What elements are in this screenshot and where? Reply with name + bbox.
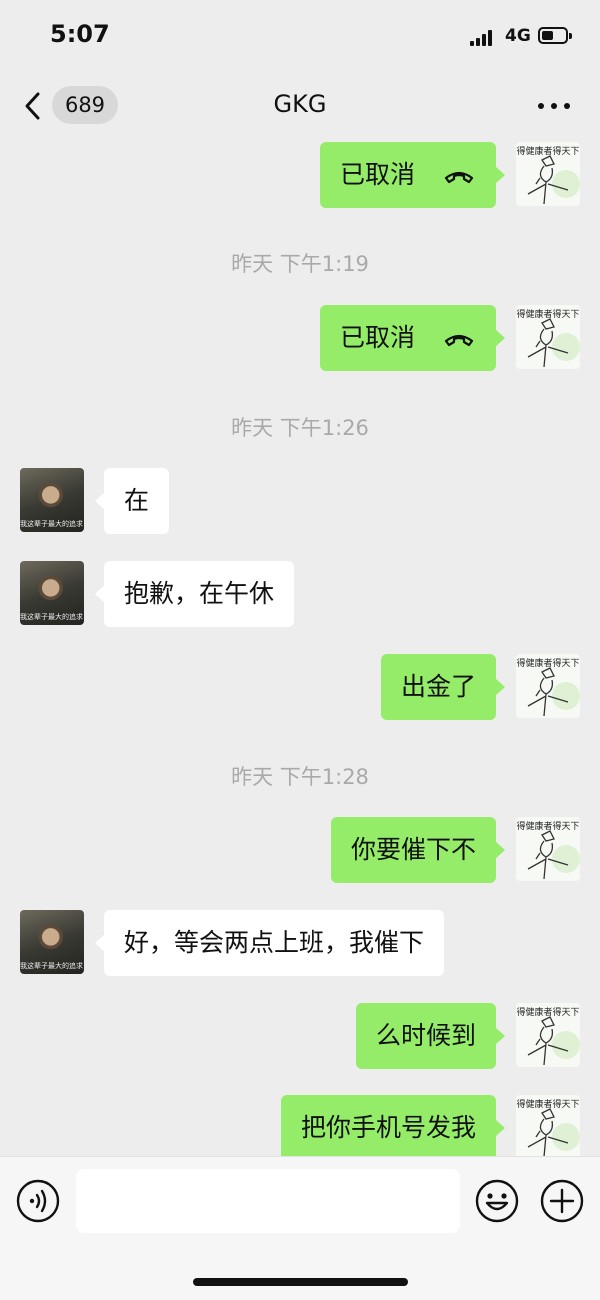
voice-input-icon[interactable] <box>16 1179 60 1223</box>
message-text: 么时候到 <box>375 1021 476 1050</box>
status-bar: 5:07 4G <box>0 0 600 70</box>
outgoing-message-bubble[interactable]: 把你手机号发我 <box>280 1095 506 1156</box>
message-text: 你要催下不 <box>350 835 476 864</box>
signal-strength-icon <box>470 30 496 46</box>
message-text: 抱歉，在午休 <box>124 579 275 608</box>
message-input[interactable] <box>76 1169 460 1233</box>
call-cancelled-bubble[interactable]: 已取消 <box>320 305 505 371</box>
sketch-figure-icon <box>527 155 580 205</box>
self-avatar[interactable]: 得健康者得天下 <box>516 654 580 718</box>
home-indicator[interactable] <box>193 1278 408 1286</box>
self-avatar[interactable]: 得健康者得天下 <box>516 1003 580 1067</box>
timestamp: 昨天 下午1:19 <box>231 252 369 276</box>
message-text: 在 <box>124 486 150 515</box>
message-text: 已取消 <box>340 323 416 352</box>
contact-avatar[interactable]: 我这辈子最大的追求 就是让每个人都吃饱 <box>20 910 84 974</box>
phone-hangup-icon <box>444 334 474 347</box>
self-avatar[interactable]: 得健康者得天下 <box>516 142 580 206</box>
incoming-message-bubble[interactable]: 在 <box>94 468 170 534</box>
input-bar <box>0 1156 600 1300</box>
message-text: 出金了 <box>400 672 476 701</box>
timestamp: 昨天 下午1:28 <box>231 765 369 789</box>
outgoing-message-bubble[interactable]: 么时候到 <box>355 1003 506 1069</box>
status-time: 5:07 <box>50 20 110 48</box>
avatar-caption: 我这辈子最大的追求 就是让每个人都吃饱 <box>20 613 84 621</box>
sketch-figure-icon <box>527 1108 580 1156</box>
contact-avatar[interactable]: 我这辈子最大的追求 就是让每个人都吃饱 <box>20 561 84 625</box>
avatar-caption: 我这辈子最大的追求 就是让每个人都吃饱 <box>20 962 84 970</box>
avatar-caption: 我这辈子最大的追求 就是让每个人都吃饱 <box>20 520 84 528</box>
incoming-message-bubble[interactable]: 好，等会两点上班，我催下 <box>94 910 445 976</box>
plus-icon[interactable] <box>540 1179 584 1223</box>
message-text: 把你手机号发我 <box>300 1113 476 1142</box>
self-avatar[interactable]: 得健康者得天下 <box>516 817 580 881</box>
sketch-figure-icon <box>527 318 580 368</box>
self-avatar[interactable]: 得健康者得天下 <box>516 305 580 369</box>
sketch-figure-icon <box>527 830 580 880</box>
message-list[interactable]: 已取消 得健康者得天下 昨天 下午1:19 已取消 得健康者得天下 昨天 下午1… <box>0 142 600 1156</box>
sketch-figure-icon <box>527 1016 580 1066</box>
incoming-message-bubble[interactable]: 抱歉，在午休 <box>94 561 295 627</box>
message-text: 已取消 <box>340 160 416 189</box>
battery-icon <box>538 27 572 44</box>
message-text: 好，等会两点上班，我催下 <box>124 928 425 957</box>
chat-title: GKG <box>273 90 327 118</box>
outgoing-message-bubble[interactable]: 出金了 <box>380 654 506 720</box>
phone-hangup-icon <box>444 171 474 184</box>
call-cancelled-bubble[interactable]: 已取消 <box>320 142 505 208</box>
timestamp: 昨天 下午1:26 <box>231 416 369 440</box>
contact-avatar[interactable]: 我这辈子最大的追求 就是让每个人都吃饱 <box>20 468 84 532</box>
outgoing-message-bubble[interactable]: 你要催下不 <box>330 817 506 883</box>
sketch-figure-icon <box>527 667 580 717</box>
emoji-icon[interactable] <box>475 1179 519 1223</box>
self-avatar[interactable]: 得健康者得天下 <box>516 1095 580 1156</box>
more-options-icon[interactable] <box>536 100 572 112</box>
network-type: 4G <box>505 26 531 46</box>
chat-header: 689 GKG <box>0 70 600 142</box>
